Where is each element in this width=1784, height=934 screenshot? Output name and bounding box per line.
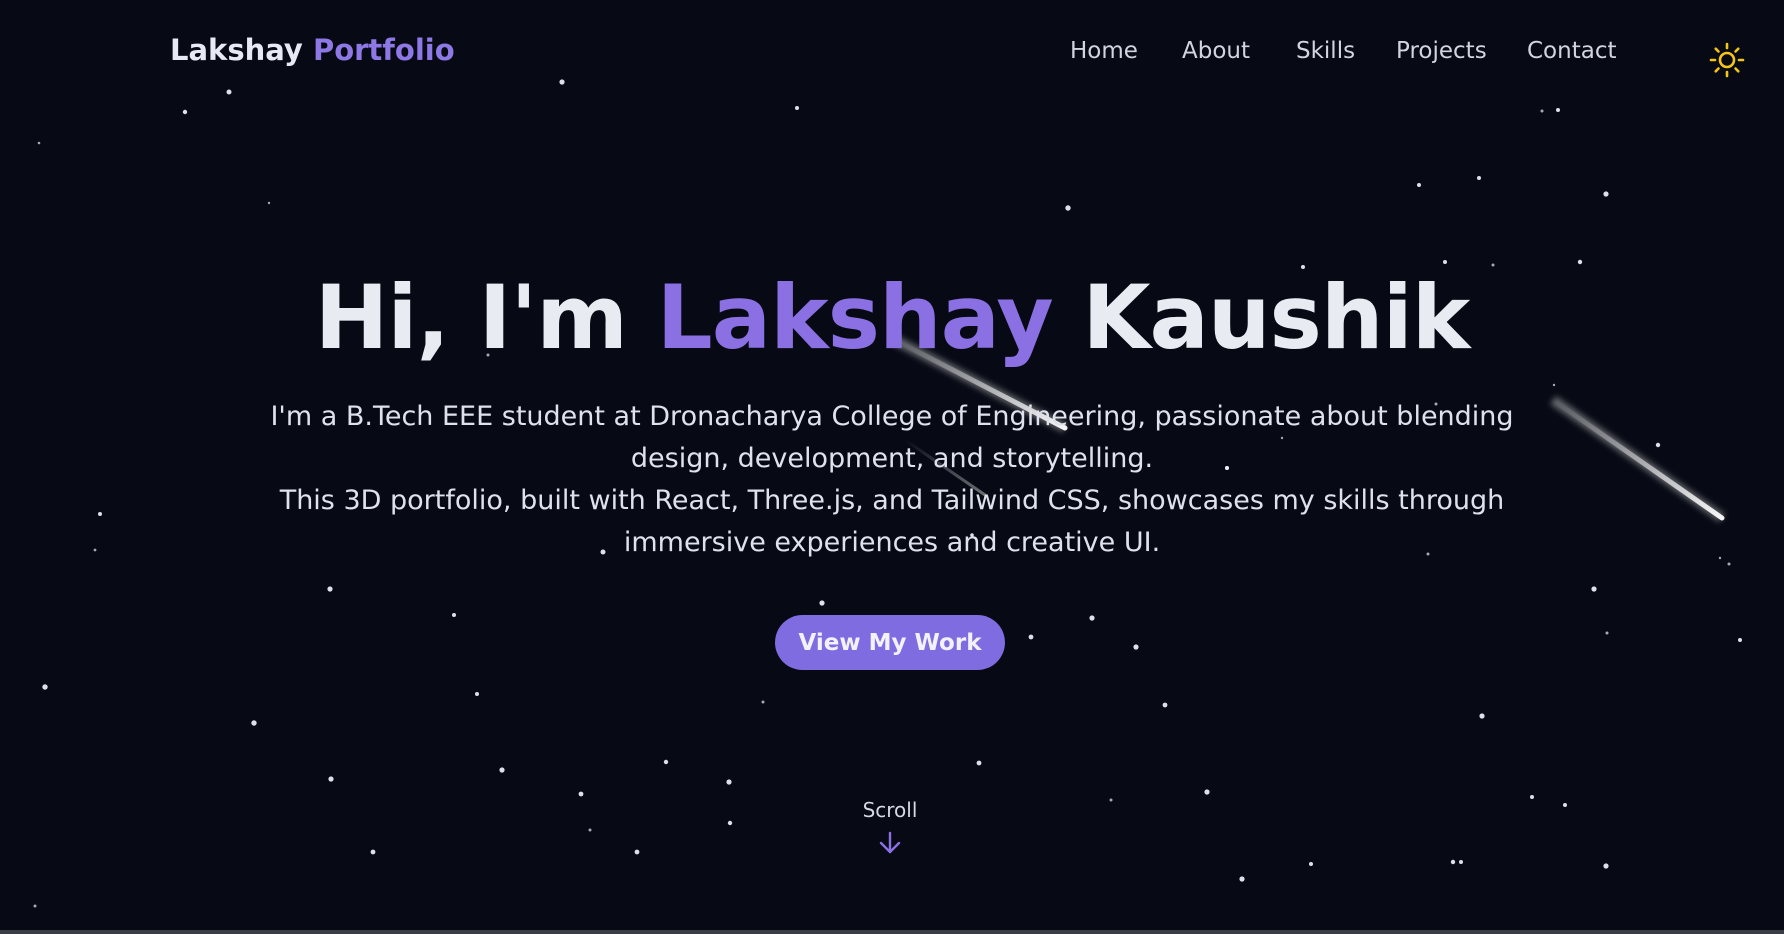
star bbox=[98, 512, 102, 516]
hero-heading: Hi, I'm Lakshay Kaushik bbox=[0, 266, 1784, 369]
star bbox=[42, 684, 48, 690]
star bbox=[499, 767, 505, 773]
star bbox=[1605, 631, 1609, 635]
star bbox=[1738, 638, 1742, 642]
star bbox=[578, 791, 584, 797]
star bbox=[588, 828, 592, 832]
star bbox=[33, 904, 37, 908]
arrow-down-icon bbox=[879, 831, 901, 854]
viewport: Lakshay Portfolio Home About Skills Proj… bbox=[0, 0, 1784, 930]
hero-greeting: Hi, I'm bbox=[314, 266, 628, 369]
nav-link-contact[interactable]: Contact bbox=[1527, 38, 1616, 64]
star bbox=[1109, 798, 1113, 802]
star bbox=[634, 849, 640, 855]
star bbox=[1065, 205, 1071, 211]
star bbox=[1309, 862, 1313, 866]
nav-link-skills[interactable]: Skills bbox=[1296, 38, 1355, 64]
star bbox=[1603, 191, 1609, 197]
star bbox=[1603, 863, 1609, 869]
star bbox=[1530, 795, 1534, 799]
star bbox=[251, 720, 257, 726]
star bbox=[1655, 442, 1661, 448]
star bbox=[976, 760, 982, 766]
scroll-indicator[interactable]: Scroll bbox=[842, 798, 938, 856]
hero-description-line-1: I'm a B.Tech EEE student at Dronacharya … bbox=[270, 401, 1514, 474]
sun-icon bbox=[1709, 42, 1745, 78]
star bbox=[267, 201, 271, 205]
view-my-work-button[interactable]: View My Work bbox=[775, 615, 1005, 670]
star bbox=[663, 759, 669, 765]
star bbox=[182, 109, 188, 115]
star bbox=[370, 849, 376, 855]
star bbox=[1540, 109, 1544, 113]
star bbox=[1443, 260, 1447, 264]
logo-first-word: Lakshay bbox=[170, 33, 303, 67]
star bbox=[1577, 259, 1583, 265]
star bbox=[37, 141, 41, 145]
star bbox=[452, 613, 456, 617]
hero-name-last: Kaushik bbox=[1082, 266, 1470, 369]
star bbox=[1450, 859, 1456, 865]
star bbox=[1563, 803, 1567, 807]
star bbox=[1204, 789, 1210, 795]
star bbox=[1727, 562, 1731, 566]
logo-second-word: Portfolio bbox=[312, 33, 455, 67]
star bbox=[1162, 702, 1168, 708]
star bbox=[1479, 713, 1485, 719]
hero-description-line-2: This 3D portfolio, built with React, Thr… bbox=[279, 485, 1505, 558]
star bbox=[1718, 556, 1722, 560]
star bbox=[761, 700, 765, 704]
star bbox=[1239, 876, 1245, 882]
star bbox=[1417, 183, 1421, 187]
navbar: Lakshay Portfolio Home About Skills Proj… bbox=[0, 0, 1784, 106]
star bbox=[475, 692, 479, 696]
star bbox=[819, 600, 825, 606]
star bbox=[726, 779, 732, 785]
nav-link-home[interactable]: Home bbox=[1070, 38, 1138, 64]
star bbox=[93, 548, 97, 552]
star bbox=[1556, 108, 1560, 112]
hero-name-first: Lakshay bbox=[656, 266, 1054, 369]
star bbox=[727, 820, 733, 826]
site-logo[interactable]: Lakshay Portfolio bbox=[170, 33, 455, 67]
star bbox=[1133, 644, 1139, 650]
hero-description: I'm a B.Tech EEE student at Dronacharya … bbox=[260, 396, 1524, 564]
star bbox=[1591, 586, 1597, 592]
star bbox=[327, 586, 333, 592]
star bbox=[1459, 860, 1463, 864]
star bbox=[328, 776, 334, 782]
shooting-star-right bbox=[1550, 395, 1725, 523]
star bbox=[1477, 176, 1481, 180]
theme-toggle-button[interactable] bbox=[1709, 42, 1745, 78]
nav-link-projects[interactable]: Projects bbox=[1396, 38, 1487, 64]
nav-link-about[interactable]: About bbox=[1182, 38, 1250, 64]
scroll-label: Scroll bbox=[862, 798, 918, 822]
window-bottom-edge bbox=[0, 930, 1784, 934]
star bbox=[1089, 615, 1095, 621]
star bbox=[1552, 383, 1556, 387]
star bbox=[1028, 634, 1034, 640]
portfolio-page: Lakshay Portfolio Home About Skills Proj… bbox=[0, 0, 1784, 934]
star bbox=[795, 106, 799, 110]
